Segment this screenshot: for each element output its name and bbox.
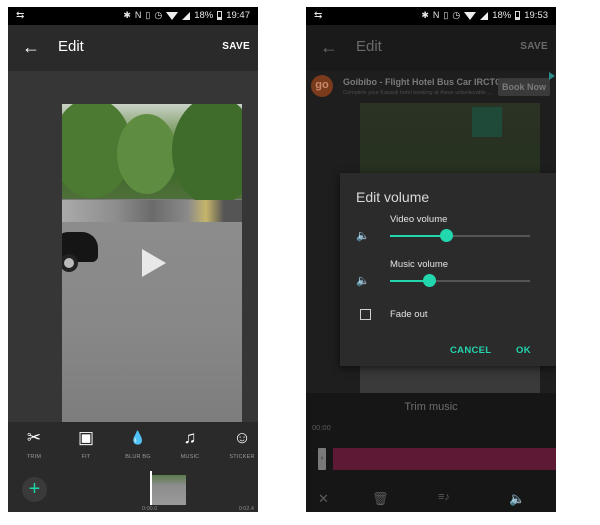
adchoices-icon[interactable] (549, 72, 555, 80)
video-volume-label: Video volume (390, 214, 448, 225)
clock: 19:47 (226, 10, 250, 21)
music-volume-label: Music volume (390, 259, 449, 270)
trim-time: 00:00 (312, 423, 331, 432)
save-button[interactable]: SAVE (520, 41, 548, 52)
tool-label: MUSIC (180, 454, 200, 460)
ad-logo: go (311, 75, 333, 97)
right-screen: ⇆ ✱ N ▯ ◷ 18% 19:53 ← Edit SAVE go Goibi… (306, 7, 556, 512)
slider-thumb[interactable] (440, 229, 453, 242)
save-button[interactable]: SAVE (222, 41, 250, 52)
tool-music[interactable]: ♫ MUSIC (168, 428, 212, 460)
playlist-icon[interactable]: ≡♪ (438, 491, 450, 503)
bluetooth-icon: ✱ (123, 10, 131, 20)
vibrate-icon: ▯ (443, 10, 449, 20)
wifi-icon (464, 11, 477, 20)
battery-percent: 18% (194, 10, 214, 21)
vibrate-icon: ⇆ (314, 10, 323, 21)
ok-button[interactable]: OK (516, 345, 531, 356)
left-screen: ⇆ ✱ N ▯ ◷ 18% 19:47 ← Edit SAVE ✂ TRIM ▣… (8, 7, 258, 512)
tool-label: TRIM (26, 454, 42, 460)
nfc-icon: N (134, 10, 142, 20)
tool-fit[interactable]: ▣ FIT (64, 428, 108, 460)
drop-icon: 💧 (129, 430, 147, 445)
bluetooth-icon: ✱ (421, 10, 429, 20)
signal-icon (480, 11, 489, 20)
start-time: 0:00.0 (142, 506, 158, 512)
fade-out-checkbox[interactable] (360, 309, 371, 320)
close-icon[interactable]: ✕ (318, 491, 329, 507)
clock: 19:53 (524, 10, 548, 21)
tool-sticker[interactable]: ☺ STICKER (220, 428, 258, 460)
status-bar: ⇆ ✱ N ▯ ◷ 18% 19:47 (8, 7, 258, 25)
vibrate-icon: ▯ (145, 10, 151, 20)
battery-percent: 18% (492, 10, 512, 21)
video-frame-cars (62, 200, 242, 224)
back-arrow-icon[interactable]: ← (320, 37, 338, 58)
alarm-icon: ◷ (452, 10, 461, 20)
battery-icon (217, 11, 223, 20)
ad-banner[interactable]: go Goibibo - Flight Hotel Bus Car IRCTC … (306, 71, 556, 103)
trim-music-panel: Trim music 00:00 › ✕ 🗑 ≡♪ 🔈 ✓ (306, 393, 556, 512)
volume-icon: 🔈 (356, 275, 370, 287)
video-volume-slider[interactable] (390, 229, 530, 243)
playhead[interactable] (150, 471, 152, 505)
edit-volume-dialog: Edit volume Video volume 🔈 Music volume … (340, 173, 556, 366)
slider-fill (390, 235, 446, 237)
music-note-icon: ♫ (183, 428, 197, 447)
tool-bar: ✂ TRIM ▣ FIT 💧 BLUR BG ♫ MUSIC ☺ STICKER… (8, 422, 258, 467)
fit-frame-icon: ▣ (77, 428, 95, 447)
trim-handle[interactable]: › (318, 448, 326, 470)
status-bar: ⇆ ✱ N ▯ ◷ 18% 19:53 (306, 7, 556, 25)
vibrate-icon: ⇆ (16, 10, 25, 21)
play-icon[interactable] (142, 249, 166, 277)
tool-label: STICKER (229, 454, 255, 460)
ad-subtitle: Complete your Kasauli hotel booking at t… (343, 90, 493, 96)
add-clip-button[interactable]: + (22, 477, 47, 502)
volume-icon: 🔈 (356, 230, 370, 242)
scissors-icon: ✂ (26, 428, 42, 447)
volume-icon[interactable]: 🔈 (509, 491, 525, 507)
wifi-icon (166, 11, 179, 20)
video-frame-sign (472, 107, 502, 137)
tool-trim[interactable]: ✂ TRIM (12, 428, 56, 460)
tool-label: BLUR BG (125, 454, 151, 460)
clip-thumbnail[interactable] (152, 475, 186, 505)
slider-thumb[interactable] (423, 274, 437, 287)
signal-icon (182, 11, 191, 20)
nfc-icon: N (432, 10, 440, 20)
page-title: Edit (356, 38, 382, 55)
book-now-button[interactable]: Book Now (498, 78, 550, 96)
end-time: 0:02.4 (238, 506, 254, 512)
back-arrow-icon[interactable]: ← (22, 37, 40, 58)
trim-title: Trim music (404, 401, 458, 413)
timeline: + 0:00.0 0:02.4 (8, 467, 258, 512)
app-bar: ← Edit SAVE (8, 25, 258, 71)
music-track[interactable] (333, 448, 556, 470)
fade-out-label: Fade out (390, 309, 428, 320)
tool-label: FIT (81, 454, 91, 460)
video-preview[interactable] (62, 104, 242, 422)
battery-icon (515, 11, 521, 20)
app-bar: ← Edit SAVE (306, 25, 556, 71)
alarm-icon: ◷ (154, 10, 163, 20)
delete-icon[interactable]: 🗑 (372, 491, 389, 507)
dialog-title: Edit volume (356, 189, 430, 205)
music-volume-slider[interactable] (390, 274, 530, 288)
smiley-icon: ☺ (233, 428, 251, 447)
tool-blur-bg[interactable]: 💧 BLUR BG (116, 428, 160, 460)
video-frame-tree (117, 114, 177, 194)
page-title: Edit (58, 38, 84, 55)
cancel-button[interactable]: CANCEL (450, 345, 491, 356)
